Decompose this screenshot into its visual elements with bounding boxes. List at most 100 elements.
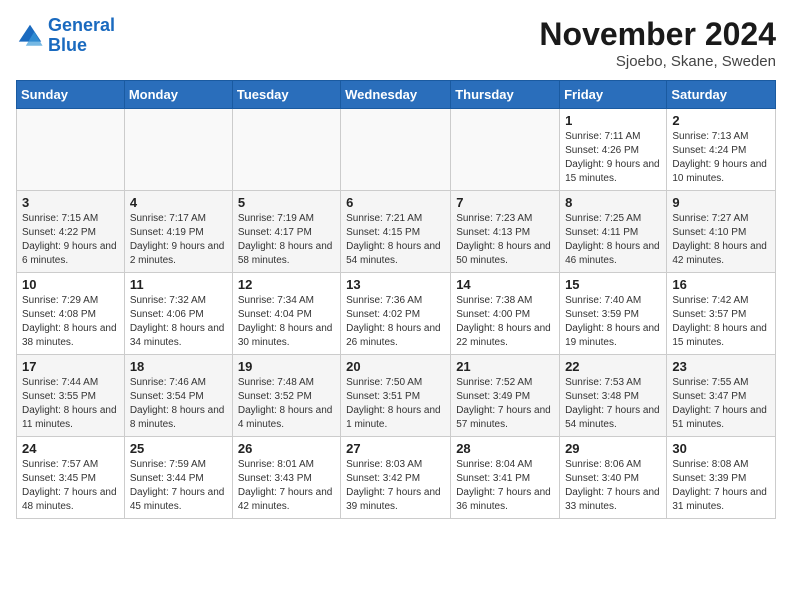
day-number: 24 [22, 441, 119, 456]
day-info: Sunrise: 7:59 AM Sunset: 3:44 PM Dayligh… [130, 458, 227, 514]
day-info: Sunrise: 8:01 AM Sunset: 3:43 PM Dayligh… [238, 458, 335, 514]
day-number: 12 [238, 277, 335, 292]
day-number: 21 [456, 359, 554, 374]
day-info: Sunrise: 7:32 AM Sunset: 4:06 PM Dayligh… [130, 294, 227, 350]
day-number: 20 [346, 359, 445, 374]
day-info: Sunrise: 7:55 AM Sunset: 3:47 PM Dayligh… [672, 376, 770, 432]
day-info: Sunrise: 7:48 AM Sunset: 3:52 PM Dayligh… [238, 376, 335, 432]
day-info: Sunrise: 8:03 AM Sunset: 3:42 PM Dayligh… [346, 458, 445, 514]
calendar-cell: 14 Sunrise: 7:38 AM Sunset: 4:00 PM Dayli… [451, 273, 560, 355]
day-info: Sunrise: 7:11 AM Sunset: 4:26 PM Dayligh… [565, 130, 661, 186]
calendar-cell: 27 Sunrise: 8:03 AM Sunset: 3:42 PM Dayli… [341, 437, 451, 519]
calendar-cell: 24Sunrise: 7:57 AM Sunset: 3:45 PM Dayli… [17, 437, 125, 519]
day-header-sunday: Sunday [17, 81, 125, 109]
day-info: Sunrise: 7:44 AM Sunset: 3:55 PM Dayligh… [22, 376, 119, 432]
calendar-cell: 7 Sunrise: 7:23 AM Sunset: 4:13 PM Daylig… [451, 191, 560, 273]
calendar-cell: 29 Sunrise: 8:06 AM Sunset: 3:40 PM Dayli… [560, 437, 667, 519]
day-number: 28 [456, 441, 554, 456]
day-number: 11 [130, 277, 227, 292]
logo-icon [16, 22, 44, 50]
day-info: Sunrise: 8:06 AM Sunset: 3:40 PM Dayligh… [565, 458, 661, 514]
calendar-cell: 6 Sunrise: 7:21 AM Sunset: 4:15 PM Daylig… [341, 191, 451, 273]
day-info: Sunrise: 7:17 AM Sunset: 4:19 PM Dayligh… [130, 212, 227, 268]
calendar-cell: 25 Sunrise: 7:59 AM Sunset: 3:44 PM Dayli… [124, 437, 232, 519]
calendar-cell: 8 Sunrise: 7:25 AM Sunset: 4:11 PM Daylig… [560, 191, 667, 273]
day-number: 25 [130, 441, 227, 456]
day-number: 7 [456, 195, 554, 210]
day-info: Sunrise: 7:52 AM Sunset: 3:49 PM Dayligh… [456, 376, 554, 432]
day-info: Sunrise: 7:13 AM Sunset: 4:24 PM Dayligh… [672, 130, 770, 186]
calendar-cell: 10Sunrise: 7:29 AM Sunset: 4:08 PM Dayli… [17, 273, 125, 355]
calendar-cell [17, 109, 125, 191]
day-number: 1 [565, 113, 661, 128]
day-info: Sunrise: 7:27 AM Sunset: 4:10 PM Dayligh… [672, 212, 770, 268]
logo: GeneralBlue [16, 16, 115, 56]
day-number: 26 [238, 441, 335, 456]
day-info: Sunrise: 7:36 AM Sunset: 4:02 PM Dayligh… [346, 294, 445, 350]
day-number: 13 [346, 277, 445, 292]
calendar-cell: 19 Sunrise: 7:48 AM Sunset: 3:52 PM Dayli… [232, 355, 340, 437]
day-number: 29 [565, 441, 661, 456]
calendar-header-row: SundayMondayTuesdayWednesdayThursdayFrid… [17, 81, 776, 109]
day-header-wednesday: Wednesday [341, 81, 451, 109]
day-header-friday: Friday [560, 81, 667, 109]
day-number: 6 [346, 195, 445, 210]
day-header-tuesday: Tuesday [232, 81, 340, 109]
calendar-cell [124, 109, 232, 191]
calendar-cell: 2 Sunrise: 7:13 AM Sunset: 4:24 PM Daylig… [667, 109, 776, 191]
calendar-cell: 28 Sunrise: 8:04 AM Sunset: 3:41 PM Dayli… [451, 437, 560, 519]
calendar-cell: 26 Sunrise: 8:01 AM Sunset: 3:43 PM Dayli… [232, 437, 340, 519]
calendar-cell: 15Sunrise: 7:40 AM Sunset: 3:59 PM Dayli… [560, 273, 667, 355]
day-number: 30 [672, 441, 770, 456]
calendar-cell [341, 109, 451, 191]
day-info: Sunrise: 8:04 AM Sunset: 3:41 PM Dayligh… [456, 458, 554, 514]
day-number: 15 [565, 277, 661, 292]
day-info: Sunrise: 8:08 AM Sunset: 3:39 PM Dayligh… [672, 458, 770, 514]
day-info: Sunrise: 7:46 AM Sunset: 3:54 PM Dayligh… [130, 376, 227, 432]
calendar-week-2: 3 Sunrise: 7:15 AM Sunset: 4:22 PM Daylig… [17, 191, 776, 273]
day-number: 4 [130, 195, 227, 210]
day-info: Sunrise: 7:19 AM Sunset: 4:17 PM Dayligh… [238, 212, 335, 268]
calendar-cell: 16Sunrise: 7:42 AM Sunset: 3:57 PM Dayli… [667, 273, 776, 355]
day-number: 8 [565, 195, 661, 210]
calendar-cell [451, 109, 560, 191]
day-number: 27 [346, 441, 445, 456]
calendar-cell: 18 Sunrise: 7:46 AM Sunset: 3:54 PM Dayli… [124, 355, 232, 437]
day-number: 14 [456, 277, 554, 292]
logo-text: GeneralBlue [48, 16, 115, 56]
day-number: 2 [672, 113, 770, 128]
day-info: Sunrise: 7:21 AM Sunset: 4:15 PM Dayligh… [346, 212, 445, 268]
day-number: 19 [238, 359, 335, 374]
calendar-cell [232, 109, 340, 191]
calendar-week-3: 10Sunrise: 7:29 AM Sunset: 4:08 PM Dayli… [17, 273, 776, 355]
day-number: 23 [672, 359, 770, 374]
day-number: 3 [22, 195, 119, 210]
calendar-cell: 23 Sunrise: 7:55 AM Sunset: 3:47 PM Dayli… [667, 355, 776, 437]
calendar-week-5: 24Sunrise: 7:57 AM Sunset: 3:45 PM Dayli… [17, 437, 776, 519]
day-header-monday: Monday [124, 81, 232, 109]
day-info: Sunrise: 7:34 AM Sunset: 4:04 PM Dayligh… [238, 294, 335, 350]
calendar-cell: 17 Sunrise: 7:44 AM Sunset: 3:55 PM Dayli… [17, 355, 125, 437]
calendar-cell: 5 Sunrise: 7:19 AM Sunset: 4:17 PM Daylig… [232, 191, 340, 273]
calendar-cell: 13 Sunrise: 7:36 AM Sunset: 4:02 PM Dayli… [341, 273, 451, 355]
day-number: 17 [22, 359, 119, 374]
day-number: 9 [672, 195, 770, 210]
calendar-cell: 4 Sunrise: 7:17 AM Sunset: 4:19 PM Daylig… [124, 191, 232, 273]
day-header-saturday: Saturday [667, 81, 776, 109]
day-info: Sunrise: 7:25 AM Sunset: 4:11 PM Dayligh… [565, 212, 661, 268]
day-info: Sunrise: 7:23 AM Sunset: 4:13 PM Dayligh… [456, 212, 554, 268]
calendar-cell: 22Sunrise: 7:53 AM Sunset: 3:48 PM Dayli… [560, 355, 667, 437]
day-number: 10 [22, 277, 119, 292]
day-number: 5 [238, 195, 335, 210]
day-info: Sunrise: 7:15 AM Sunset: 4:22 PM Dayligh… [22, 212, 119, 268]
day-number: 16 [672, 277, 770, 292]
calendar-week-4: 17 Sunrise: 7:44 AM Sunset: 3:55 PM Dayli… [17, 355, 776, 437]
month-title: November 2024 [539, 16, 776, 53]
day-header-thursday: Thursday [451, 81, 560, 109]
day-info: Sunrise: 7:38 AM Sunset: 4:00 PM Dayligh… [456, 294, 554, 350]
calendar-cell: 1 Sunrise: 7:11 AM Sunset: 4:26 PM Daylig… [560, 109, 667, 191]
day-number: 18 [130, 359, 227, 374]
calendar-week-1: 1 Sunrise: 7:11 AM Sunset: 4:26 PM Daylig… [17, 109, 776, 191]
location: Sjoebo, Skane, Sweden [539, 53, 776, 70]
day-number: 22 [565, 359, 661, 374]
